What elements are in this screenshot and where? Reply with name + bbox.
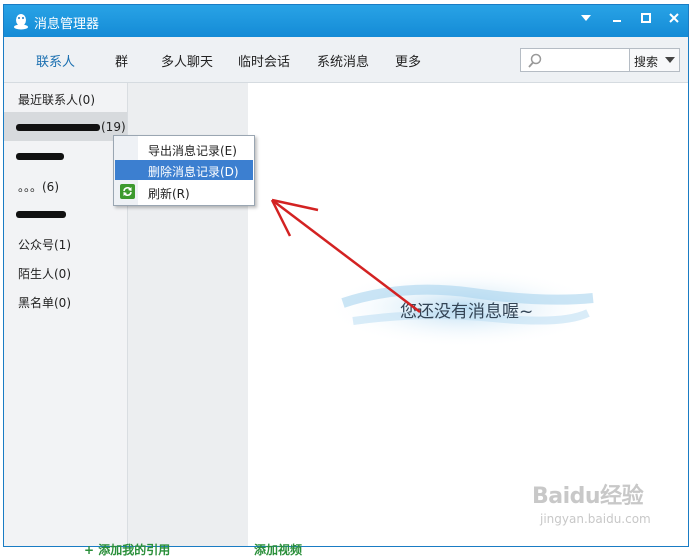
sidebar-item-strangers[interactable]: 陌生人(0) [4,257,127,286]
search-button[interactable]: 搜索 [630,48,680,72]
empty-state-text: 您还没有消息喔~ [400,302,534,322]
watermark-text: Baidu经验 [532,484,644,509]
tab-groups[interactable]: 群 [115,51,128,70]
background-window-strip: + 添加我的引用 添加视频 [0,543,696,557]
watermark-subtext: jingyan.baidu.com [540,512,651,526]
sidebar-item-group-2[interactable] [4,141,127,170]
menu-item-label: 导出消息记录(E) [148,144,237,158]
sidebar-item-label: 陌生人(0) [18,267,71,281]
tab-system-messages[interactable]: 系统消息 [317,51,369,70]
close-icon [669,13,679,23]
caret-down-icon [665,57,675,63]
close-button[interactable] [664,11,684,31]
contact-category-list: 最近联系人(0) (19) 。。。(6) 公众号(1) 陌生人(0) 黑名单(0… [4,83,128,546]
title-bar[interactable]: 消息管理器 [4,5,688,37]
redacted-name [16,153,64,160]
category-toolbar: 联系人 群 多人聊天 临时会话 系统消息 更多 搜索 [4,37,688,83]
background-text-right: 添加视频 [254,543,303,557]
sidebar-item-blacklist[interactable]: 黑名单(0) [4,286,127,315]
message-manager-window: 消息管理器 联系人 群 多人聊天 临时会话 系统消息 更多 搜索 最近联系人(0… [3,4,689,547]
sidebar-item-label: 。。。(6) [18,180,59,194]
sidebar-item-label: 最近联系人(0) [18,93,95,107]
minimize-button[interactable] [607,11,627,31]
background-text-left: + 添加我的引用 [84,543,171,557]
sidebar-item-label: (19) [101,120,126,134]
redacted-name [16,124,100,131]
penguin-icon [14,14,28,30]
refresh-icon [120,184,135,199]
sidebar-item-group-4[interactable] [4,199,127,228]
caret-down-icon [581,15,591,21]
menu-item-refresh[interactable]: 刷新(R) [115,182,253,202]
sidebar-item-official-accounts[interactable]: 公众号(1) [4,228,127,257]
sidebar-item-group-1[interactable]: (19) [4,112,127,141]
context-menu: 导出消息记录(E) 删除消息记录(D) 刷新(R) [113,135,255,206]
sidebar-item-recent[interactable]: 最近联系人(0) [4,83,127,112]
sidebar-item-label: 公众号(1) [18,238,71,252]
search-input[interactable] [520,48,630,72]
menu-item-label: 删除消息记录(D) [148,165,239,179]
menu-dropdown-button[interactable] [576,11,596,31]
window-title: 消息管理器 [34,17,100,32]
tab-contacts[interactable]: 联系人 [36,51,75,70]
sidebar-item-label: 黑名单(0) [18,296,71,310]
tab-multi-chat[interactable]: 多人聊天 [161,51,213,70]
tab-temp-session[interactable]: 临时会话 [238,51,290,70]
sidebar-item-group-3[interactable]: 。。。(6) [4,170,127,199]
baidu-watermark: Baidu经验 jingyan.baidu.com [532,478,672,538]
minimize-icon [613,20,621,22]
tab-more[interactable]: 更多 [395,51,421,70]
menu-item-delete-records[interactable]: 删除消息记录(D) [115,160,253,180]
maximize-icon [641,13,651,23]
menu-item-label: 刷新(R) [148,187,190,201]
menu-item-export-records[interactable]: 导出消息记录(E) [115,139,253,159]
redacted-name [16,211,66,218]
maximize-button[interactable] [636,11,656,31]
search-icon [528,53,542,68]
search-button-label: 搜索 [634,55,659,69]
